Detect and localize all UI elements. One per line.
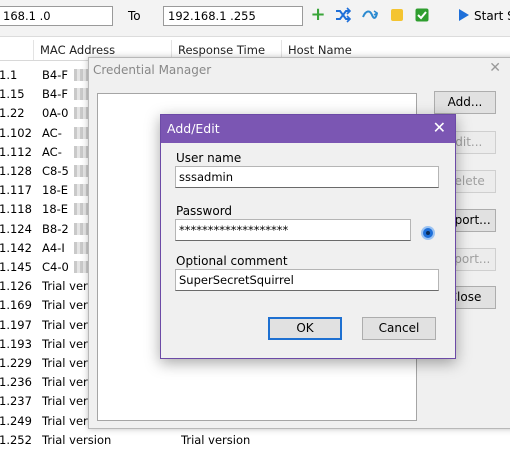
ip-cell: 1.126 — [0, 279, 32, 294]
mac-cell: 18-E — [42, 202, 69, 217]
add-edit-title-bar: Add/Edit ✕ — [161, 115, 455, 143]
ip-cell: 1.193 — [0, 336, 32, 351]
ip-cell: 1.252 — [0, 432, 32, 447]
add-credential-button[interactable]: Add... — [434, 91, 496, 114]
mac-cell: Trial version — [42, 432, 112, 447]
username-label: User name — [176, 151, 242, 165]
mac-cell: 0A-0 — [42, 106, 69, 121]
wave-icon[interactable] — [362, 7, 379, 23]
add-edit-close-icon[interactable]: ✕ — [433, 118, 446, 137]
plus-icon[interactable]: + — [310, 6, 326, 24]
credential-manager-title: Credential Manager — [93, 63, 212, 77]
table-row[interactable]: 1.252 Trial version Trial version — [0, 431, 510, 450]
mac-cell: AC- — [42, 125, 62, 140]
to-label: To — [128, 9, 141, 23]
note-icon[interactable] — [389, 7, 405, 23]
ip-cell: 1.15 — [0, 87, 25, 102]
ip-cell: 1.102 — [0, 125, 32, 140]
password-label: Password — [176, 204, 233, 218]
host-cell: Trial version — [181, 432, 251, 447]
mac-cell: B4-F — [42, 68, 68, 82]
end-ip-field[interactable]: 192.168.1 .255 — [163, 6, 303, 26]
mac-cell: A4-I — [42, 240, 65, 255]
mac-cell: C4-0 — [42, 260, 69, 274]
ip-cell: 1.118 — [0, 202, 32, 217]
ip-cell: 1.142 — [0, 240, 32, 255]
cancel-button[interactable]: Cancel — [362, 317, 436, 340]
ip-cell: 1.249 — [0, 413, 32, 428]
mac-cell: AC- — [42, 144, 62, 159]
ip-cell: 1.236 — [0, 375, 32, 390]
credential-manager-close-icon[interactable]: ✕ — [489, 60, 501, 76]
ok-button[interactable]: OK — [268, 317, 342, 340]
comment-label: Optional comment — [176, 254, 288, 268]
ip-cell: 1.169 — [0, 298, 32, 313]
comment-field[interactable]: SuperSecretSquirrel — [175, 269, 439, 291]
ip-cell: 1.124 — [0, 221, 32, 236]
username-field[interactable]: sssadmin — [175, 166, 439, 188]
ip-cell: 1.112 — [0, 144, 32, 159]
start-ip-field[interactable]: 168.1 .0 — [0, 6, 113, 26]
ip-cell: 1.1 — [0, 68, 18, 82]
password-field[interactable]: ******************* — [175, 219, 411, 241]
start-scan-label: Start S — [474, 9, 510, 23]
add-edit-dialog: Add/Edit ✕ User name sssadmin Password *… — [160, 114, 456, 359]
ip-cell: 1.128 — [0, 164, 32, 178]
mac-cell: B4-F — [42, 87, 68, 102]
ip-cell: 1.117 — [0, 183, 32, 198]
ip-cell: 1.237 — [0, 394, 32, 409]
shuffle-icon[interactable] — [335, 7, 352, 23]
scan-toolbar: 168.1 .0 To 192.168.1 .255 + Start S — [0, 0, 510, 37]
eye-icon[interactable] — [421, 226, 435, 240]
ip-cell: 1.197 — [0, 317, 32, 332]
ip-cell: 1.145 — [0, 260, 32, 274]
add-edit-title: Add/Edit — [167, 121, 220, 136]
check-icon[interactable] — [414, 7, 430, 23]
play-icon — [458, 8, 470, 25]
start-scan-button[interactable]: Start S — [458, 7, 510, 25]
ip-cell: 1.22 — [0, 106, 25, 121]
ip-cell: 1.229 — [0, 356, 32, 370]
mac-cell: B8-2 — [42, 221, 69, 236]
mac-cell: 18-E — [42, 183, 69, 198]
mac-cell: C8-5 — [42, 164, 69, 178]
